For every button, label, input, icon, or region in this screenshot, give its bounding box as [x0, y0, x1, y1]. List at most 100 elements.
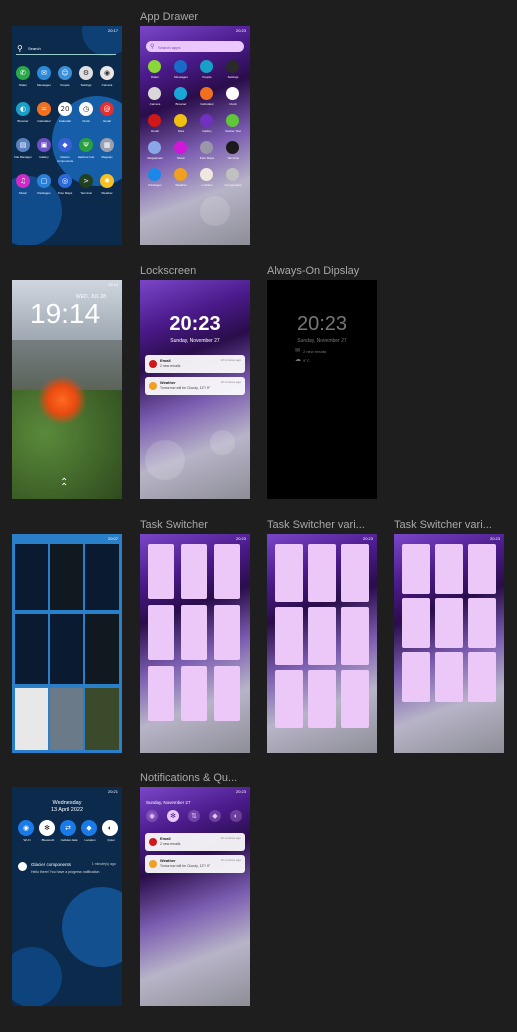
app-icon-file-manager[interactable]: ▤ [16, 138, 30, 152]
app-icon-lockbox[interactable] [200, 168, 213, 181]
app-icon-people[interactable] [200, 60, 213, 73]
swipe-up-icon[interactable]: ⌃ ⌃ [60, 478, 68, 493]
app-icon-packages[interactable]: ▢ [37, 174, 51, 188]
notification-email[interactable]: Email 2 new emails 10 minutes ago [145, 833, 245, 851]
app-icon-components[interactable] [226, 168, 239, 181]
app-icon-packages[interactable] [148, 168, 161, 181]
notification-email[interactable]: Email 2 new emails 10 minutes ago [145, 355, 245, 373]
app-card[interactable] [275, 670, 303, 728]
app-card[interactable] [308, 670, 336, 728]
app-icon-clock[interactable] [226, 87, 239, 100]
toggle-wi-fi[interactable]: ◉ [18, 820, 34, 836]
app-card[interactable] [468, 598, 496, 648]
toggle-quiet[interactable]: ◐ [102, 820, 118, 836]
app-thumbnail[interactable] [15, 544, 48, 610]
app-card[interactable] [402, 544, 430, 594]
app-card[interactable] [181, 544, 207, 599]
app-card[interactable] [341, 670, 369, 728]
app-icon-music[interactable] [174, 141, 187, 154]
app-card[interactable] [308, 544, 336, 602]
app-thumbnail[interactable] [85, 544, 119, 610]
app-thumbnail[interactable] [15, 688, 48, 750]
app-card[interactable] [308, 607, 336, 665]
app-icon-harbour-test[interactable]: Ψ [79, 138, 93, 152]
app-label: Clock [229, 102, 237, 106]
app-card[interactable] [402, 598, 430, 648]
app-card[interactable] [435, 598, 463, 648]
app-card[interactable] [181, 666, 207, 721]
app-icon-pure-maps[interactable] [200, 141, 213, 154]
app-icon-calculator[interactable] [200, 87, 213, 100]
app-icon-calendar[interactable]: 20 [58, 102, 72, 116]
app-label: Harbour test [77, 155, 95, 159]
notification-weather[interactable]: Weather Tomorrow will be Cloudy, 13°/ 9°… [145, 377, 245, 395]
app-label: Messages [174, 75, 188, 79]
app-thumbnail[interactable] [15, 614, 48, 684]
app-icon-gallery[interactable] [200, 114, 213, 127]
app-thumbnail[interactable] [50, 614, 83, 684]
toggle-bluetooth[interactable]: ✻ [39, 820, 55, 836]
app-thumbnail[interactable] [50, 544, 83, 610]
app-thumbnail[interactable] [50, 688, 83, 750]
app-card[interactable] [214, 605, 240, 660]
app-icon-files[interactable] [174, 114, 187, 127]
app-card[interactable] [275, 607, 303, 665]
app-icon-terminal[interactable]: > [79, 174, 93, 188]
app-icon-settings[interactable]: ⚙ [79, 66, 93, 80]
app-card[interactable] [341, 544, 369, 602]
app-thumbnail[interactable] [85, 688, 119, 750]
lock-time: 20:23 [169, 313, 221, 335]
app-icon-music[interactable]: ♫ [16, 174, 30, 188]
app-card[interactable] [148, 544, 174, 599]
app-icon-email[interactable]: @ [100, 102, 114, 116]
app-icon-people[interactable]: ☺ [58, 66, 72, 80]
app-icon-glacier-test[interactable] [226, 114, 239, 127]
app-icon-dialer[interactable]: ✆ [16, 66, 30, 80]
app-card[interactable] [275, 544, 303, 602]
app-icon-weather[interactable] [174, 168, 187, 181]
app-icon-browser[interactable]: ◐ [16, 102, 30, 116]
app-icon-email[interactable] [148, 114, 161, 127]
app-icon-megapixels[interactable] [148, 141, 161, 154]
notification-item[interactable]: Glacier components 1 minute(s) ago Hello… [16, 859, 118, 881]
app-icon-browser[interactable] [174, 87, 187, 100]
app-card[interactable] [402, 652, 430, 702]
app-card[interactable] [214, 666, 240, 721]
app-icon-camera[interactable]: ◉ [100, 66, 114, 80]
quick-toggle-icon[interactable]: ✻ [167, 810, 179, 822]
app-icon-clock[interactable]: ◷ [79, 102, 93, 116]
app-icon-weather[interactable]: ✹ [100, 174, 114, 188]
app-card[interactable] [468, 652, 496, 702]
app-icon-terminal[interactable] [226, 141, 239, 154]
notification-weather[interactable]: Weather Tomorrow will be Cloudy, 13°/ 9°… [145, 855, 245, 873]
notifications-quick-settings: 20:23 Sunday, November 27 ◉ ✻ ⇅ ◆ ◐ Email 2 … [140, 787, 250, 1006]
quick-toggle-icon[interactable]: ◐ [230, 810, 242, 822]
app-icon-messages[interactable]: ✉ [37, 66, 51, 80]
app-card[interactable] [148, 605, 174, 660]
quick-toggle-icon[interactable]: ◉ [146, 810, 158, 822]
app-thumbnail[interactable] [85, 614, 119, 684]
app-icon-settings[interactable] [226, 60, 239, 73]
app-card[interactable] [181, 605, 207, 660]
app-icon-dialer[interactable] [148, 60, 161, 73]
app-icon-camera[interactable] [148, 87, 161, 100]
app-icon-glacier-components[interactable]: ◆ [58, 138, 72, 152]
app-card[interactable] [341, 607, 369, 665]
app-card[interactable] [435, 544, 463, 594]
app-label: Dialer [19, 83, 27, 87]
quick-toggle-icon[interactable]: ◆ [209, 810, 221, 822]
app-search-input[interactable]: ⚲ Search apps [146, 41, 244, 52]
app-card[interactable] [148, 666, 174, 721]
app-icon-pure-maps[interactable]: ◎ [58, 174, 72, 188]
quick-toggle-icon[interactable]: ⇅ [188, 810, 200, 822]
app-icon-calculator[interactable]: = [37, 102, 51, 116]
app-icon-megapix[interactable]: ▦ [100, 138, 114, 152]
toggle-location[interactable]: ◆ [81, 820, 97, 836]
app-icon-gallery[interactable]: ▣ [37, 138, 51, 152]
app-icon-messages[interactable] [174, 60, 187, 73]
search-field[interactable]: ⚲ Search [16, 44, 116, 55]
app-card[interactable] [468, 544, 496, 594]
app-card[interactable] [214, 544, 240, 599]
toggle-cellular-data[interactable]: ⇄ [60, 820, 76, 836]
app-card[interactable] [435, 652, 463, 702]
